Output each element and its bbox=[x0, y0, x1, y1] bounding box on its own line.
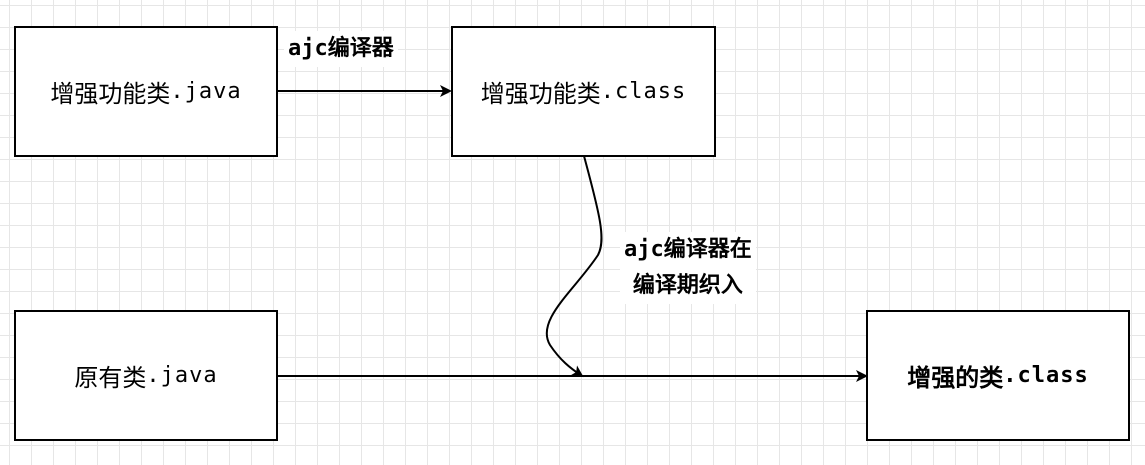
node-enhancer-java-ext: .java bbox=[170, 79, 242, 104]
edge-weave-curve bbox=[545, 155, 603, 378]
node-enhancer-class-ext: .class bbox=[600, 79, 687, 104]
node-enhancer-class-name: 增强功能类 bbox=[480, 80, 601, 108]
node-original-java-name: 原有类 bbox=[74, 364, 147, 392]
edge-label-weave-text: 编译器在 bbox=[663, 237, 752, 262]
node-original-java-ext: .java bbox=[146, 363, 218, 388]
node-enhancer-java: 增强功能类 .java bbox=[14, 26, 278, 157]
edge-label-compile-prefix: ajc bbox=[288, 36, 328, 61]
node-enhancer-class: 增强功能类 .class bbox=[451, 26, 716, 157]
edge-label-weave-prefix: ajc bbox=[624, 237, 664, 262]
edge-label-compile: ajc编译器 bbox=[284, 31, 398, 67]
edge-label-weave: ajc编译器在 编译期织入 bbox=[620, 232, 756, 304]
node-enhanced-class: 增强的类 .class bbox=[866, 310, 1130, 441]
node-original-java: 原有类 .java bbox=[14, 310, 278, 441]
edge-label-compile-text: 编译器 bbox=[327, 36, 394, 61]
node-enhancer-java-name: 增强功能类 bbox=[50, 80, 171, 108]
node-enhanced-class-name: 增强的类 bbox=[907, 364, 1004, 392]
node-enhanced-class-ext: .class bbox=[1003, 363, 1089, 388]
edge-label-weave-line1: ajc编译器在 bbox=[624, 232, 752, 268]
edge-label-weave-line2: 编译期织入 bbox=[632, 273, 743, 298]
